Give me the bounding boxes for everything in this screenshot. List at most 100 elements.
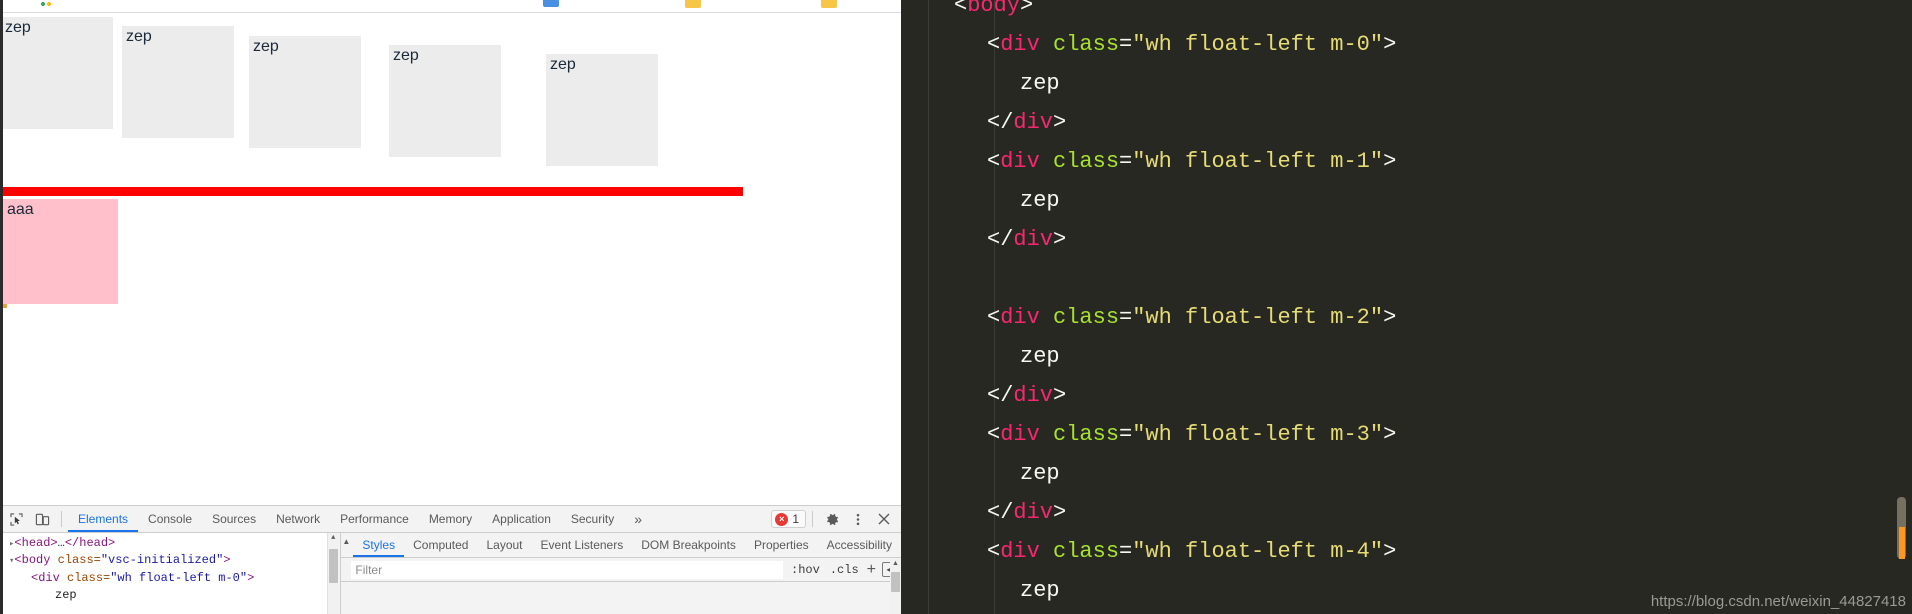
tab-network[interactable]: Network [266,506,330,532]
code-line: zep [921,181,1674,220]
dom-tree-row[interactable]: ▾<body class="vsc-initialized"> [9,552,338,569]
hov-button[interactable]: :hov [789,563,822,577]
cls-button[interactable]: .cls [828,563,861,577]
code-token: zep [1020,188,1060,213]
tab-application[interactable]: Application [482,506,561,532]
scroll-up-icon[interactable]: ▲ [890,558,901,569]
tab-event-listeners[interactable]: Event Listeners [532,533,633,557]
code-token: div [1013,227,1054,252]
code-line: </div> [921,376,1674,415]
dom-text-node: zep [55,588,77,603]
three-dot-menu-icon[interactable] [845,506,871,532]
styles-scrollbar[interactable]: ▲ [890,558,901,614]
dom-tree-row[interactable]: zep [9,587,338,604]
bookmarks-bar: py [3,0,901,13]
dom-tree-pane[interactable]: ▸<head>…</head> ▾<body class="vsc-initia… [3,533,338,614]
tab-styles[interactable]: Styles [353,533,404,557]
code-token: div [1000,422,1040,447]
styles-pane: ▲ Styles Computed Layout Event Listeners… [341,533,901,614]
code-token: class [1053,32,1120,57]
apps-grid-icon [41,0,55,10]
bookmark-apps-shortcut[interactable] [41,0,55,10]
code-token: < [987,422,1001,447]
code-line: <div class="wh float-left m-1"> [921,142,1674,181]
code-token: = [1119,305,1133,330]
code-line: zep [921,337,1674,376]
code-token: body [967,0,1021,18]
box-label: zep [550,56,576,73]
tab-computed[interactable]: Computed [404,533,477,557]
code-token: > [1053,383,1067,408]
tab-memory[interactable]: Memory [419,506,482,532]
code-line: <div class="wh float-left m-0"> [921,25,1674,64]
new-style-rule-button[interactable]: + [867,561,876,578]
float-box-m-0: zep [3,17,113,129]
pink-box-label: aaa [7,201,34,218]
close-icon[interactable] [871,506,897,532]
code-token: div [1013,110,1054,135]
filter-input[interactable] [351,560,784,579]
screenshot-root: py zep zep zep zep [0,0,1912,614]
code-token: > [1053,500,1067,525]
code-line: <div class="wh float-left m-3"> [921,415,1674,454]
dom-tree-scrollbar[interactable]: ▲ [326,533,338,614]
dom-tree-row[interactable]: <div class="wh float-left m-0"> [9,570,338,587]
code-token: zep [1020,71,1060,96]
dom-tag-end: > [223,553,231,568]
dom-attr-value: "wh float-left m-0" [110,570,248,585]
dom-attr-name: class= [59,570,111,585]
box-label: zep [126,28,152,45]
dom-ellipsis: … [57,536,65,550]
tab-security[interactable]: Security [561,506,624,532]
bookmark-blue-icon [543,0,559,7]
scrollbar-thumb[interactable] [891,572,900,592]
error-count-badge[interactable]: × 1 [771,510,806,528]
page-viewport: zep zep zep zep zep aaa [3,14,901,504]
code-token: > [1383,32,1397,57]
tab-sources[interactable]: Sources [202,506,266,532]
code-line: <div class="wh float-left m-4"> [921,532,1674,571]
scroll-up-icon[interactable]: ▲ [328,533,338,544]
code-content[interactable]: <body> <div class="wh float-left m-0"> zep… [901,0,1674,614]
gear-icon[interactable] [819,506,845,532]
error-icon: × [775,512,789,526]
dom-tree-row[interactable]: ▸<head>…</head> [9,535,338,552]
code-token: class [1053,149,1120,174]
tab-elements[interactable]: Elements [68,506,138,532]
sidebar-collapse-icon[interactable]: ▲ [342,537,350,546]
more-tabs-icon[interactable]: » [624,511,652,527]
tab-performance[interactable]: Performance [330,506,419,532]
inspect-element-icon[interactable] [3,506,29,532]
code-token: div [1013,500,1054,525]
tab-dom-breakpoints[interactable]: DOM Breakpoints [632,533,745,557]
scrollbar-thumb[interactable] [328,549,338,583]
dom-tag: <body [14,553,51,568]
code-token: = [1119,149,1133,174]
dom-tag-end: > [247,570,255,585]
device-toolbar-icon[interactable] [29,506,55,532]
toolbar-separator [61,511,62,527]
tab-layout[interactable]: Layout [477,533,531,557]
tab-properties[interactable]: Properties [745,533,818,557]
bookmark-item[interactable] [543,0,559,7]
tab-accessibility[interactable]: Accessibility [818,533,901,557]
code-token: > [1053,110,1067,135]
code-token: > [1020,0,1034,18]
devtools-toolbar-right: × 1 [771,506,901,532]
code-token: < [987,149,1001,174]
tab-console[interactable]: Console [138,506,202,532]
code-editor-pane[interactable]: <body> <div class="wh float-left m-0"> zep… [901,0,1912,614]
bookmark-folder[interactable] [685,0,701,8]
bookmark-folder[interactable] [821,0,837,8]
dom-tag: <div [31,570,60,585]
code-line: zep [921,454,1674,493]
box-label: zep [393,47,419,64]
error-count: 1 [792,512,799,526]
code-line: <div class="wh float-left m-2"> [921,298,1674,337]
code-token: > [1383,422,1397,447]
code-line: zep [921,64,1674,103]
code-token: = [1119,32,1133,57]
code-token: < [987,305,1001,330]
